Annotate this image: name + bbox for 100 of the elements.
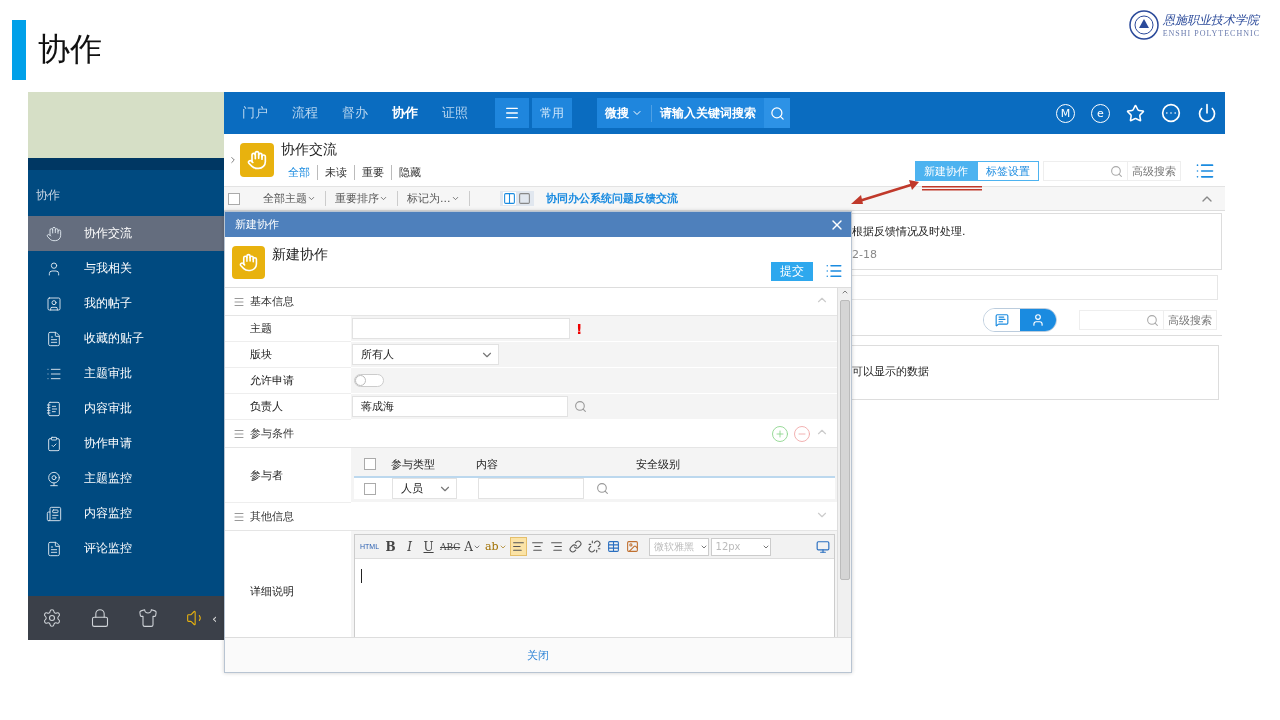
sidebar-item[interactable]: 主题审批 — [28, 356, 224, 391]
search-icon[interactable] — [574, 400, 587, 413]
nav-item[interactable]: 督办 — [342, 104, 392, 122]
underline-mark — [922, 186, 982, 191]
checkbox[interactable] — [364, 482, 376, 495]
select-field[interactable]: 所有人 — [352, 344, 499, 365]
filter-tab[interactable]: 隐藏 — [391, 164, 428, 180]
format-tool[interactable]: I — [401, 537, 419, 556]
aligncenter-glyph-icon — [530, 540, 544, 553]
list-icon[interactable] — [825, 262, 843, 280]
nav-item[interactable]: 流程 — [292, 104, 342, 122]
filter-tab[interactable]: 重要 — [354, 164, 391, 180]
sidebar-item[interactable]: 我的帖子 — [28, 286, 224, 321]
unlink-icon[interactable] — [585, 537, 603, 556]
filter-tab[interactable]: 未读 — [317, 164, 354, 180]
nav-item[interactable]: 协作 — [392, 104, 442, 122]
input-field[interactable] — [478, 478, 584, 499]
section-title: 基本信息 — [250, 294, 294, 309]
input-field[interactable]: 蒋成海 — [352, 396, 568, 417]
scroll-up-icon[interactable] — [840, 288, 849, 296]
toolbar-menu[interactable]: 重要排序 — [326, 191, 398, 206]
sidebar-item[interactable]: 收藏的贴子 — [28, 321, 224, 356]
search-button[interactable] — [764, 98, 790, 128]
nav-item[interactable]: 证照 — [442, 104, 492, 122]
toggle-switch[interactable] — [354, 374, 384, 387]
toolbar-menu[interactable]: 全部主题 — [254, 191, 326, 206]
title-accent-bar — [12, 20, 26, 80]
caret-icon — [379, 194, 388, 203]
scrollbar[interactable] — [837, 288, 851, 637]
filter-tab[interactable]: 全部 — [281, 164, 317, 180]
hand-icon — [247, 150, 267, 170]
section-title: 其他信息 — [250, 509, 294, 524]
scroll-thumb[interactable] — [839, 300, 850, 580]
format-tool[interactable]: ABC — [439, 537, 462, 556]
sidebar-item[interactable]: 评论监控 — [28, 531, 224, 566]
text-cursor — [361, 569, 362, 583]
column-header: 内容 — [476, 456, 499, 472]
sidebar-item-icon — [46, 470, 62, 487]
checkbox[interactable] — [364, 458, 376, 470]
section-title: 参与条件 — [250, 426, 294, 441]
menu-icon — [233, 295, 245, 308]
list-icon[interactable] — [1195, 161, 1215, 181]
select-all-checkbox[interactable] — [228, 192, 240, 205]
format-tool[interactable]: B — [382, 537, 400, 556]
empty-message: 可以显示的数据 — [852, 364, 930, 379]
advanced-search-button[interactable]: 高级搜索 — [1128, 161, 1181, 181]
shirt-icon[interactable] — [138, 608, 158, 628]
input-field[interactable] — [352, 318, 570, 339]
collapse-caret[interactable]: ‹ — [212, 610, 218, 626]
sidebar-item[interactable]: 内容审批 — [28, 391, 224, 426]
sidebar-item[interactable]: 协作交流 — [28, 216, 224, 251]
tag-settings-button[interactable]: 标签设置 — [977, 161, 1039, 181]
advanced-search-button[interactable]: 高级搜索 — [1164, 310, 1217, 330]
square-icon[interactable] — [517, 192, 531, 205]
remove-icon[interactable] — [793, 424, 811, 443]
sidebar-item[interactable]: 协作申请 — [28, 426, 224, 461]
search-field[interactable] — [1043, 161, 1128, 181]
message-icon — [995, 313, 1009, 327]
menu-button[interactable] — [495, 98, 529, 128]
more-icon[interactable] — [1161, 103, 1181, 123]
caret-icon — [307, 194, 316, 203]
sidebar-item[interactable]: 内容监控 — [28, 496, 224, 531]
lock-icon[interactable] — [90, 608, 110, 628]
toolbar-menu[interactable]: 标记为... — [398, 191, 470, 206]
fullscreen-icon[interactable] — [816, 539, 830, 554]
columns-icon[interactable] — [502, 192, 516, 205]
image-glyph-icon — [625, 540, 639, 553]
unlink-glyph-icon — [587, 540, 601, 553]
reply-field[interactable] — [852, 275, 1218, 300]
sidebar-item-icon — [46, 295, 62, 312]
format-tool[interactable]: A — [463, 537, 482, 556]
alignleft-glyph-icon — [511, 540, 525, 553]
search-icon[interactable] — [596, 482, 609, 495]
field-label: 详细说明 — [250, 583, 294, 599]
alignright-glyph-icon — [549, 540, 563, 553]
dialog-heading: 新建协作 — [272, 246, 328, 264]
search-field[interactable]: 微搜 请输入关键词搜索 — [597, 98, 790, 128]
nav-item[interactable]: 门户 — [242, 104, 292, 122]
logo-name: 恩施职业技术学院 — [1163, 12, 1260, 29]
sidebar-item[interactable]: 与我相关 — [28, 251, 224, 286]
star-icon[interactable] — [1126, 103, 1145, 123]
select-field[interactable]: 人员 — [392, 478, 457, 499]
search-scope[interactable]: 微搜 — [597, 104, 652, 122]
sidebar-item[interactable]: 主题监控 — [28, 461, 224, 496]
search-icon — [1146, 313, 1159, 327]
close-link[interactable]: 关闭 — [527, 647, 549, 663]
format-tool[interactable]: U — [420, 537, 438, 556]
column-header: 参与类型 — [391, 456, 436, 472]
view-toggle-option[interactable] — [1020, 309, 1056, 331]
menu-icon — [233, 510, 245, 523]
module-title: 协作交流 — [281, 140, 338, 159]
sidebar-item-icon — [46, 225, 62, 242]
add-icon[interactable] — [771, 424, 789, 443]
settings-icon[interactable] — [42, 608, 62, 628]
search-field[interactable] — [1079, 310, 1164, 330]
field-label: 允许申请 — [250, 373, 294, 388]
link-icon[interactable] — [566, 537, 584, 556]
alignleft-icon[interactable] — [509, 537, 527, 556]
format-tool[interactable]: ab — [483, 537, 508, 556]
power-icon[interactable] — [1197, 103, 1217, 123]
